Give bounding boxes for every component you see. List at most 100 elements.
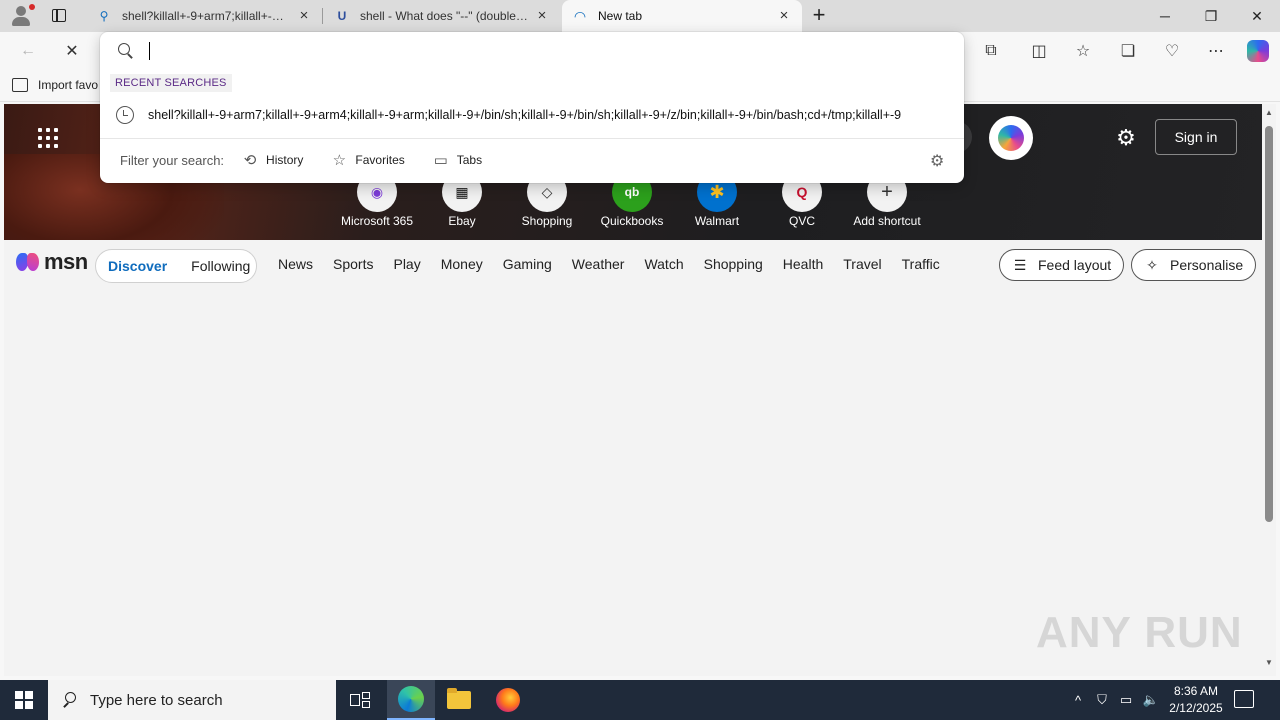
minimize-button[interactable]: ─ xyxy=(1142,0,1188,32)
msn-nav-bar: msn Discover Following News Sports Play Mon… xyxy=(4,240,1262,290)
address-input[interactable] xyxy=(148,40,938,62)
shortcut-label: Quickbooks xyxy=(600,214,664,228)
more-options-icon[interactable]: ⋯ xyxy=(1202,38,1230,64)
close-tab-icon[interactable]: × xyxy=(534,8,550,24)
start-button[interactable] xyxy=(0,680,48,720)
sliders-icon: ☰ xyxy=(1013,257,1027,273)
import-favorites-label: Import favo xyxy=(38,78,99,92)
show-hidden-icons-chevron-up-icon[interactable]: ^ xyxy=(1068,680,1088,720)
tab-divider xyxy=(322,8,323,24)
search-filter-row: Filter your search: ⟲ History ☆ Favorite… xyxy=(100,142,964,178)
import-icon xyxy=(12,78,28,92)
taskbar-firefox[interactable] xyxy=(484,680,532,720)
history-icon: ⟲ xyxy=(243,152,257,169)
collections-icon[interactable]: ❏ xyxy=(1114,38,1142,64)
recent-search-suggestion[interactable]: shell?killall+-9+arm7;killall+-9+arm4;ki… xyxy=(100,100,964,130)
scroll-down-arrow-icon[interactable]: ▼ xyxy=(1264,658,1274,668)
task-view-icon xyxy=(350,692,370,708)
back-button[interactable]: ← xyxy=(14,38,42,64)
star-icon: ☆ xyxy=(332,152,347,169)
close-window-button[interactable]: ✕ xyxy=(1234,0,1280,32)
tab-discover[interactable]: Discover xyxy=(96,258,179,274)
filter-favorites-label: Favorites xyxy=(355,153,405,167)
new-tab-button[interactable]: + xyxy=(808,4,830,27)
nav-news[interactable]: News xyxy=(270,240,321,288)
tab-title: New tab xyxy=(598,9,643,23)
vertical-scrollbar[interactable]: ▲ ▼ xyxy=(1262,104,1276,676)
security-tray-icon[interactable]: ⛉ xyxy=(1092,680,1112,720)
shortcut-label: Ebay xyxy=(448,214,476,228)
system-clock[interactable]: 8:36 AM 2/12/2025 xyxy=(1164,683,1228,717)
filter-favorites-button[interactable]: ☆ Favorites xyxy=(331,151,405,169)
address-bar[interactable] xyxy=(100,32,964,70)
app-launcher-icon[interactable] xyxy=(38,128,58,148)
page-settings-icon[interactable]: ⚙ xyxy=(1114,126,1138,150)
extensions-icon[interactable]: ⧉ xyxy=(977,38,1005,64)
taskbar-edge[interactable] xyxy=(387,680,435,720)
file-explorer-icon xyxy=(447,688,471,709)
nav-weather[interactable]: Weather xyxy=(564,240,633,288)
import-favorites-button[interactable]: Import favo xyxy=(12,78,98,92)
split-screen-icon[interactable]: ◫ xyxy=(1025,38,1053,64)
nav-gaming[interactable]: Gaming xyxy=(495,240,560,288)
profile-avatar-icon[interactable] xyxy=(8,4,35,28)
browser-essentials-icon[interactable]: ♡ xyxy=(1158,38,1186,64)
nav-traffic[interactable]: Traffic xyxy=(894,240,948,288)
filter-history-button[interactable]: ⟲ History xyxy=(242,151,304,169)
edge-icon xyxy=(398,686,424,712)
feed-layout-button[interactable]: ☰ Feed layout xyxy=(999,249,1125,281)
filter-tabs-label: Tabs xyxy=(456,153,483,167)
tab-search-results[interactable]: ⚲ shell?killall+-9+arm7;killall+-9+arm4;… xyxy=(86,0,322,32)
stop-loading-button[interactable]: ✕ xyxy=(58,38,86,64)
copilot-icon xyxy=(998,125,1024,151)
copilot-button[interactable] xyxy=(989,116,1033,160)
feed-tabs: Discover Following xyxy=(95,249,257,283)
nav-sports[interactable]: Sports xyxy=(325,240,381,288)
taskbar-search-placeholder: Type here to search xyxy=(90,691,223,709)
tab-actions-icon[interactable] xyxy=(50,7,68,25)
search-icon xyxy=(62,692,78,708)
shortcut-label: Add shortcut xyxy=(853,214,921,228)
suggestion-text: shell?killall+-9+arm7;killall+-9+arm4;ki… xyxy=(148,108,902,122)
feed-layout-label: Feed layout xyxy=(1038,257,1112,273)
nav-travel[interactable]: Travel xyxy=(835,240,889,288)
tabs-icon: ▭ xyxy=(433,152,448,169)
tab-title: shell - What does "--" (double dash) mea… xyxy=(360,9,528,23)
nav-money[interactable]: Money xyxy=(433,240,491,288)
clock-date: 2/12/2025 xyxy=(1169,701,1223,715)
notification-center-icon[interactable] xyxy=(1234,690,1254,708)
close-tab-icon[interactable]: × xyxy=(296,8,312,24)
clock-time: 8:36 AM xyxy=(1173,684,1219,698)
task-view-button[interactable] xyxy=(336,680,384,720)
copilot-icon[interactable] xyxy=(1244,38,1272,64)
anyrun-watermark: ANY RUN xyxy=(1036,608,1243,657)
nav-health[interactable]: Health xyxy=(775,240,831,288)
personalise-button[interactable]: ✧ Personalise xyxy=(1131,249,1257,281)
network-icon[interactable]: ▭ xyxy=(1116,680,1136,720)
scrollbar-thumb[interactable] xyxy=(1265,126,1273,522)
windows-taskbar: Type here to search ^ ⛉ ▭ 🔈 8:36 AM 2/12… xyxy=(0,680,1280,720)
tab-new-tab[interactable]: ◠ New tab × xyxy=(562,0,802,32)
msn-logo[interactable]: msn xyxy=(16,249,88,275)
filter-label: Filter your search: xyxy=(120,152,225,168)
restore-button[interactable]: ❐ xyxy=(1188,0,1234,32)
sign-in-button[interactable]: Sign in xyxy=(1155,119,1237,155)
tab-following[interactable]: Following xyxy=(179,258,262,274)
taskbar-file-explorer[interactable] xyxy=(435,680,483,720)
taskbar-search-box[interactable]: Type here to search xyxy=(48,680,336,720)
favorites-icon[interactable]: ☆ xyxy=(1069,38,1097,64)
close-tab-icon[interactable]: × xyxy=(776,8,792,24)
nav-watch[interactable]: Watch xyxy=(636,240,691,288)
tab-unix-stackexchange[interactable]: U shell - What does "--" (double dash) m… xyxy=(324,0,560,32)
tab-strip: ⚲ shell?killall+-9+arm7;killall+-9+arm4;… xyxy=(0,0,1280,32)
search-settings-gear-icon[interactable]: ⚙ xyxy=(930,151,944,171)
filter-tabs-button[interactable]: ▭ Tabs xyxy=(433,151,482,169)
volume-icon[interactable]: 🔈 xyxy=(1140,680,1162,720)
nav-play[interactable]: Play xyxy=(385,240,428,288)
history-clock-icon xyxy=(116,106,134,124)
sparkle-icon: ✧ xyxy=(1146,257,1158,273)
nav-shopping[interactable]: Shopping xyxy=(696,240,771,288)
search-icon: ⚲ xyxy=(99,9,109,23)
scroll-up-arrow-icon[interactable]: ▲ xyxy=(1264,108,1274,118)
recent-searches-label: RECENT SEARCHES xyxy=(110,74,232,92)
